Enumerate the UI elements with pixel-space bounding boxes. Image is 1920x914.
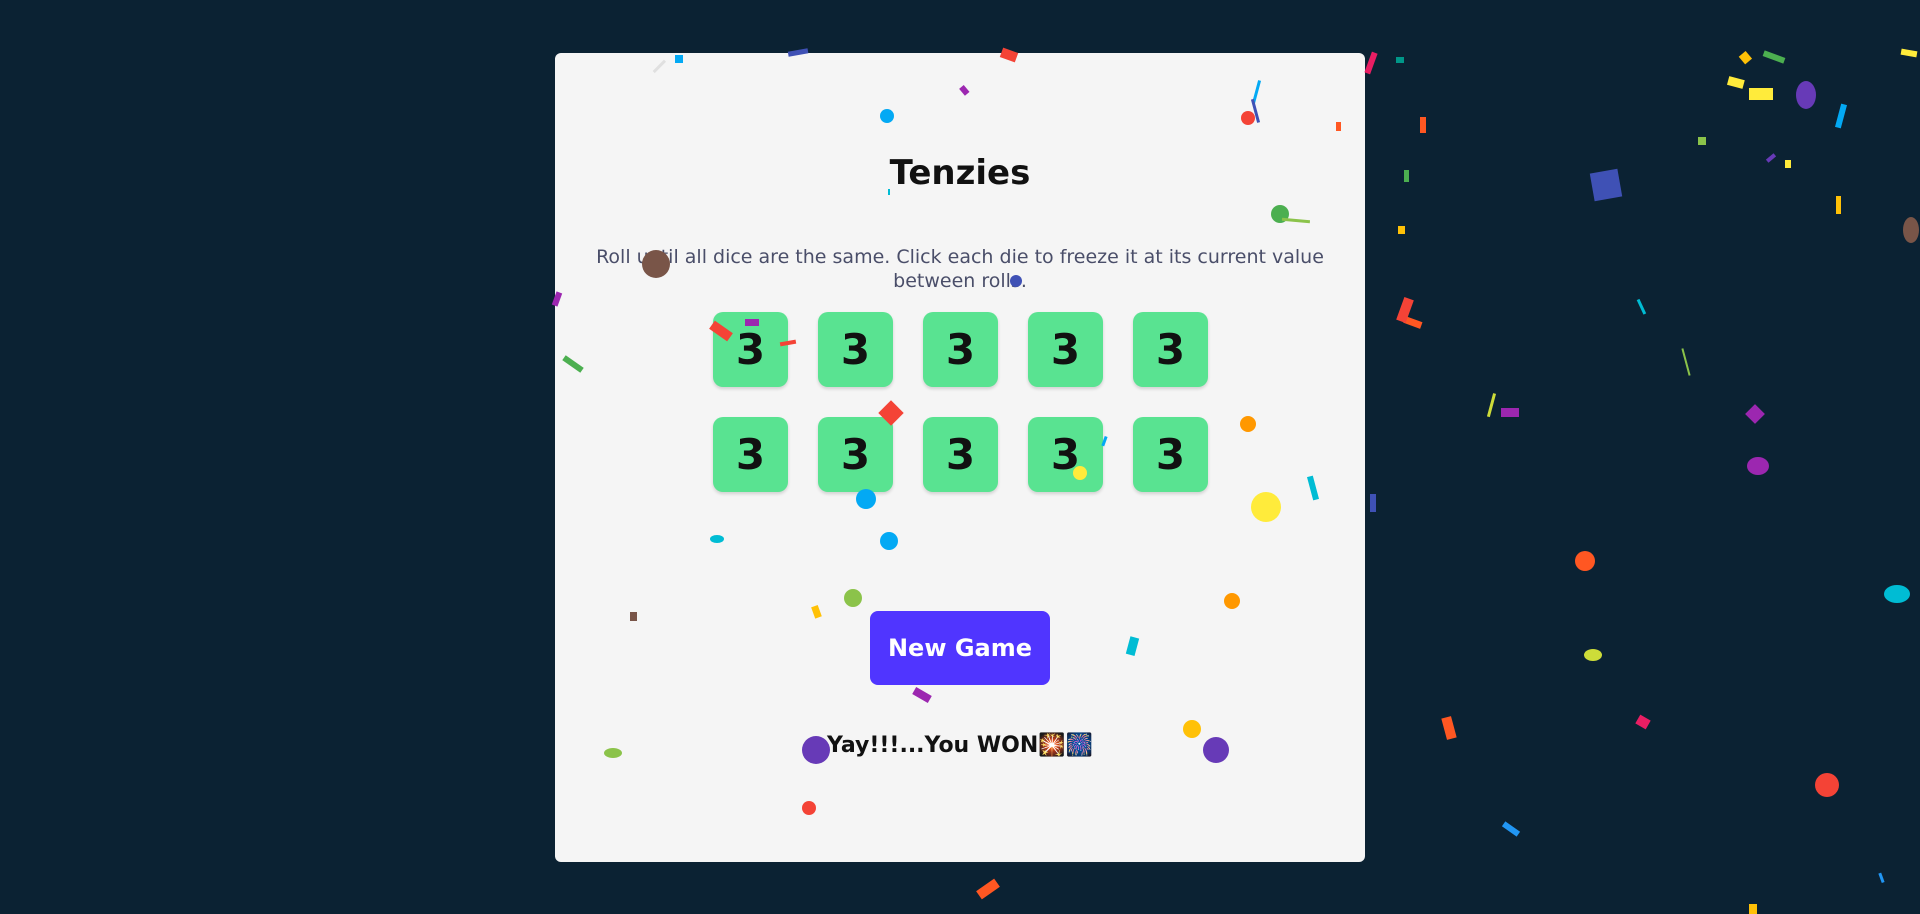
new-game-button[interactable]: New Game — [870, 611, 1050, 685]
instructions-text: Roll until all dice are the same. Click … — [596, 246, 1324, 292]
die[interactable]: 3 — [818, 312, 893, 387]
die[interactable]: 3 — [1028, 312, 1103, 387]
die[interactable]: 3 — [1133, 312, 1208, 387]
die[interactable]: 3 — [1133, 417, 1208, 492]
die[interactable]: 3 — [713, 417, 788, 492]
die[interactable]: 3 — [713, 312, 788, 387]
die[interactable]: 3 — [923, 417, 998, 492]
die[interactable]: 3 — [818, 417, 893, 492]
die[interactable]: 3 — [1028, 417, 1103, 492]
dice-grid: 3 3 3 3 3 3 3 3 3 3 — [713, 312, 1213, 492]
win-message: Yay!!!...You WON🎇🎆 — [826, 733, 1094, 758]
game-card: Tenzies Roll until all dice are the same… — [555, 53, 1365, 862]
page-title: Tenzies — [889, 153, 1031, 193]
app-root: Tenzies Roll until all dice are the same… — [0, 0, 1920, 914]
die[interactable]: 3 — [923, 312, 998, 387]
